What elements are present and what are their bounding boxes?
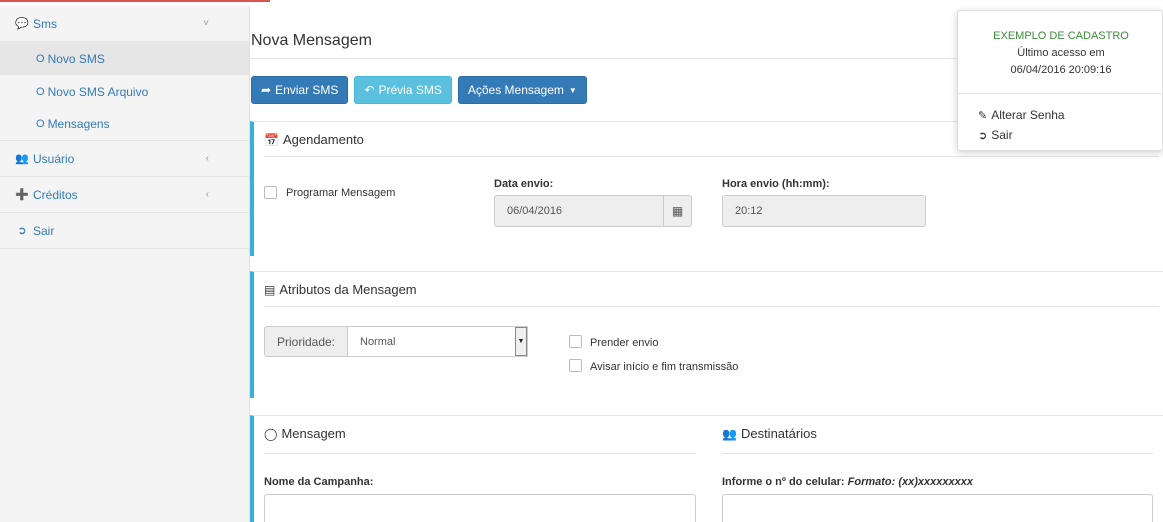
send-time-value: 20:12 — [735, 205, 763, 217]
list-alt-icon: ▤ — [264, 282, 276, 297]
panel-header: 📅 Agendamento — [264, 132, 364, 147]
button-label: Enviar SMS — [275, 83, 339, 97]
chevron-left-icon: ‹ — [205, 189, 209, 200]
link-label: Sair — [991, 128, 1013, 142]
sign-out-icon: ➲ — [17, 225, 27, 237]
user-name: EXEMPLO DE CADASTRO — [993, 30, 1129, 42]
send-sms-button[interactable]: ➦ Enviar SMS — [251, 76, 349, 104]
calendar-icon: 📅 — [264, 132, 279, 147]
phone-number-input[interactable] — [722, 494, 1153, 522]
send-time-label: Hora envio (hh:mm): — [722, 178, 830, 190]
sidebar-subitem-novo-sms-arquivo[interactable]: O Novo SMS Arquivo — [0, 75, 249, 108]
button-label: Ações Mensagem — [467, 83, 564, 97]
last-access-value: 06/04/2016 20:09:16 — [1010, 64, 1112, 76]
sidebar: 💬 Sms ˅ O Novo SMS O Novo SMS Arquivo O … — [0, 6, 250, 522]
panel-divider — [722, 453, 1153, 454]
send-date-value: 06/04/2016 — [507, 205, 563, 217]
message-actions-dropdown[interactable]: Ações Mensagem ▼ — [457, 76, 587, 104]
chevron-down-icon: ˅ — [203, 18, 209, 29]
sidebar-subitem-label: Novo SMS — [47, 51, 105, 66]
schedule-message-checkbox[interactable] — [264, 186, 277, 199]
sidebar-item-sms[interactable]: 💬 Sms ˅ — [0, 6, 249, 42]
edit-icon: ✎ — [978, 109, 988, 122]
date-picker-button[interactable]: ▦ — [663, 195, 692, 227]
logout-link[interactable]: ➲ Sair — [978, 128, 1013, 142]
comments-icon: 💬 — [15, 18, 29, 30]
panel-title: Destinatários — [740, 426, 817, 441]
sidebar-subitem-label: Novo SMS Arquivo — [47, 84, 149, 99]
sidebar-item-label: Sms — [33, 16, 57, 31]
sidebar-item-usuario[interactable]: 👥 Usuário ‹ — [0, 141, 249, 177]
message-panel: ◯ Mensagem Nome da Campanha: 👥 Destinatá… — [250, 415, 1163, 522]
link-label: Alterar Senha — [991, 108, 1065, 122]
user-popover: EXEMPLO DE CADASTRO Último acesso em 06/… — [957, 10, 1163, 151]
panel-divider — [264, 453, 696, 454]
circle-icon: O — [36, 118, 45, 130]
priority-select[interactable]: Normal ▼ — [348, 326, 528, 357]
chevron-left-icon: ‹ — [205, 153, 209, 164]
priority-select-group: Prioridade: Normal ▼ — [264, 326, 528, 357]
dropdown-arrow-icon[interactable]: ▼ — [515, 327, 527, 356]
attributes-panel: ▤ Atributos da Mensagem Prioridade: Norm… — [250, 271, 1163, 398]
sidebar-item-creditos[interactable]: ➕ Créditos ‹ — [0, 177, 249, 213]
panel-divider — [264, 306, 1159, 307]
recipients-header: 👥 Destinatários — [722, 426, 817, 441]
campaign-name-label: Nome da Campanha: — [264, 476, 374, 488]
schedule-message-label: Programar Mensagem — [286, 187, 396, 199]
phone-number-label: Informe o nº do celular: Formato: (xx)xx… — [722, 476, 973, 488]
notify-transmission-checkbox[interactable] — [569, 359, 582, 372]
panel-header: ▤ Atributos da Mensagem — [264, 282, 417, 297]
circle-icon: O — [36, 85, 45, 98]
panel-title: Mensagem — [281, 426, 346, 441]
sidebar-subitem-label: Mensagens — [47, 117, 110, 131]
popover-divider — [958, 93, 1163, 94]
phone-label-text: Informe o nº do celular: — [722, 476, 845, 488]
sidebar-subitem-novo-sms[interactable]: O Novo SMS — [0, 42, 249, 75]
caret-down-icon: ▼ — [568, 85, 577, 95]
toolbar: ➦ Enviar SMS ↶ Prévia SMS Ações Mensagem… — [251, 76, 587, 104]
change-password-link[interactable]: ✎ Alterar Senha — [978, 108, 1065, 122]
send-date-label: Data envio: — [494, 178, 554, 190]
panel-header: ◯ Mensagem — [264, 426, 346, 441]
panel-divider — [264, 156, 1159, 157]
users-icon: 👥 — [722, 426, 737, 441]
plus-circle-icon: ➕ — [15, 189, 29, 201]
notify-transmission-label: Avisar início e fim transmissão — [590, 361, 739, 373]
panel-title: Agendamento — [282, 132, 364, 147]
sign-out-icon: ➲ — [978, 129, 988, 142]
sidebar-item-label: Sair — [33, 223, 55, 238]
send-date-input[interactable]: 06/04/2016 — [494, 195, 664, 227]
sidebar-item-label: Créditos — [33, 187, 78, 202]
top-accent-line — [0, 0, 270, 2]
campaign-name-input[interactable] — [264, 494, 696, 522]
last-access-label: Último acesso em — [1017, 47, 1105, 59]
users-icon: 👥 — [15, 153, 29, 165]
comment-icon: ◯ — [264, 426, 278, 441]
priority-label: Prioridade: — [264, 326, 348, 357]
sidebar-subitem-mensagens[interactable]: O Mensagens — [0, 108, 249, 141]
sidebar-item-label: Usuário — [33, 151, 75, 166]
priority-value: Normal — [360, 335, 396, 348]
preview-sms-button[interactable]: ↶ Prévia SMS — [354, 76, 452, 104]
sidebar-item-sair[interactable]: ➲ Sair — [0, 213, 249, 249]
hold-send-checkbox[interactable] — [569, 335, 582, 348]
phone-format-hint: Formato: (xx)xxxxxxxxx — [847, 476, 973, 488]
panel-title: Atributos da Mensagem — [279, 282, 417, 297]
button-label: Prévia SMS — [378, 83, 442, 97]
circle-icon: O — [36, 52, 45, 65]
share-icon: ➦ — [261, 83, 272, 97]
calendar-icon: ▦ — [671, 204, 684, 218]
page-title: Nova Mensagem — [251, 32, 372, 49]
reply-icon: ↶ — [364, 83, 375, 97]
send-time-input[interactable]: 20:12 — [722, 195, 926, 227]
hold-send-label: Prender envio — [590, 337, 659, 349]
